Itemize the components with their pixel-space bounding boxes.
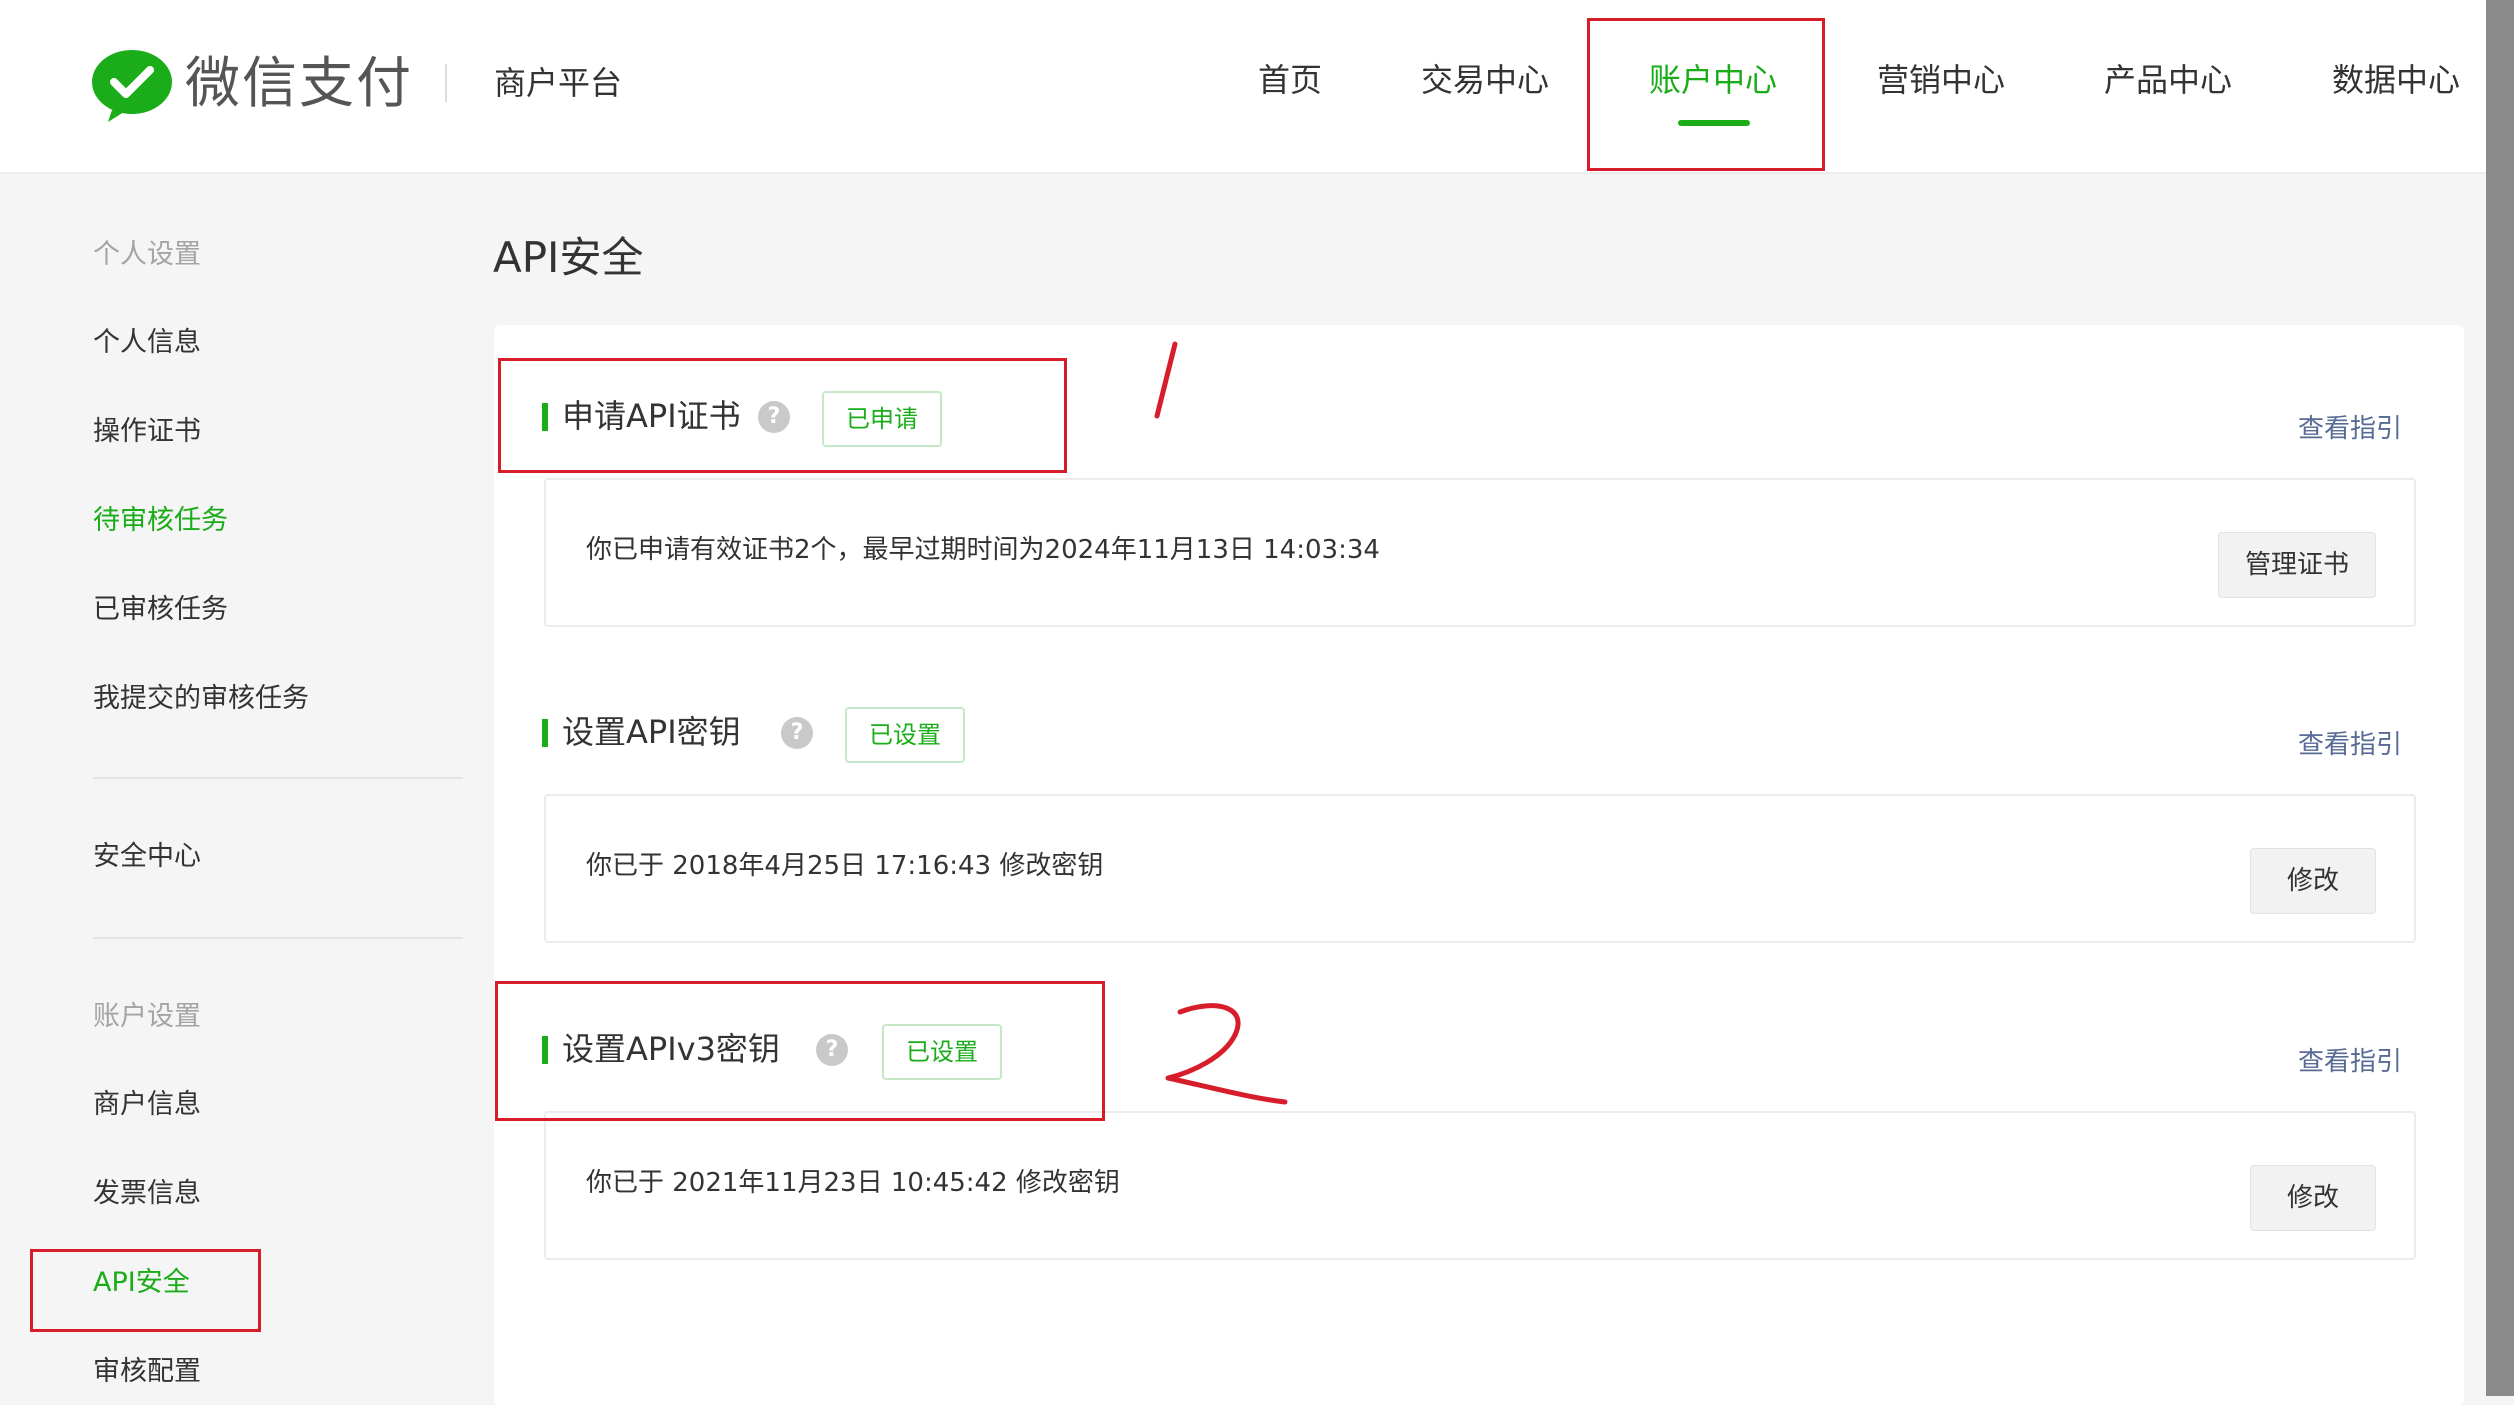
modify-api-key-button[interactable]: 修改 [2250, 848, 2376, 914]
certificate-info-text: 你已申请有效证书2个，最早过期时间为2024年11月13日 14:03:34 [586, 535, 1380, 565]
sidebar-item-review-config[interactable]: 审核配置 [93, 1352, 201, 1392]
sidebar-group-account-settings: 账户设置 [93, 1001, 201, 1032]
help-icon[interactable]: ? [781, 717, 813, 749]
api-key-info-text: 你已于 2018年4月25日 17:16:43 修改密钥 [586, 851, 1104, 881]
nav-data-center[interactable]: 数据中心 [2332, 55, 2460, 105]
section-title: 设置APIv3密钥 [562, 1030, 780, 1068]
sidebar-item-operation-certificate[interactable]: 操作证书 [93, 412, 201, 452]
nav-account-center[interactable]: 账户中心 [1649, 55, 1777, 105]
sidebar-item-security-center[interactable]: 安全中心 [93, 837, 201, 877]
view-guide-link[interactable]: 查看指引 [2298, 409, 2402, 449]
nav-transaction-center[interactable]: 交易中心 [1421, 55, 1549, 105]
section-title: 申请API证书 [562, 397, 741, 435]
info-box: 你已于 2021年11月23日 10:45:42 修改密钥 修改 [544, 1111, 2416, 1260]
sidebar-item-my-submitted-tasks[interactable]: 我提交的审核任务 [93, 679, 309, 719]
section-title: 设置API密钥 [562, 713, 741, 751]
manage-certificate-button[interactable]: 管理证书 [2218, 532, 2376, 598]
brand-name: 微信支付 [185, 51, 414, 115]
nav-active-indicator [1678, 120, 1750, 126]
help-icon[interactable]: ? [758, 401, 790, 433]
nav-product-center[interactable]: 产品中心 [2104, 55, 2232, 105]
brand-divider [445, 64, 447, 102]
nav-marketing-center[interactable]: 营销中心 [1877, 55, 2005, 105]
sidebar-divider [93, 777, 463, 779]
sidebar-item-reviewed-tasks[interactable]: 已审核任务 [93, 590, 228, 630]
platform-name: 商户平台 [494, 64, 623, 102]
view-guide-link[interactable]: 查看指引 [2298, 725, 2402, 765]
help-icon[interactable]: ? [816, 1034, 848, 1066]
scrollbar[interactable] [2486, 0, 2514, 1396]
wechat-pay-logo-icon [92, 50, 172, 122]
sidebar-item-api-security[interactable]: API安全 [93, 1263, 190, 1303]
sidebar-item-merchant-info[interactable]: 商户信息 [93, 1085, 201, 1125]
section-marker [542, 403, 548, 431]
sidebar-group-personal-settings: 个人设置 [93, 239, 201, 270]
sidebar-divider [93, 937, 463, 939]
info-box: 你已申请有效证书2个，最早过期时间为2024年11月13日 14:03:34 管… [544, 478, 2416, 627]
sidebar-item-invoice-info[interactable]: 发票信息 [93, 1174, 201, 1214]
status-badge: 已申请 [822, 391, 942, 447]
view-guide-link[interactable]: 查看指引 [2298, 1042, 2402, 1082]
status-badge: 已设置 [882, 1024, 1002, 1080]
apiv3-key-info-text: 你已于 2021年11月23日 10:45:42 修改密钥 [586, 1168, 1120, 1198]
nav-home[interactable]: 首页 [1258, 55, 1322, 105]
status-badge: 已设置 [845, 707, 965, 763]
top-navigation-bar: 微信支付 商户平台 首页 交易中心 账户中心 营销中心 产品中心 数据中心 [0, 0, 2486, 174]
sidebar-item-personal-info[interactable]: 个人信息 [93, 323, 201, 363]
page-title: API安全 [493, 233, 644, 282]
sidebar-item-pending-review[interactable]: 待审核任务 [93, 501, 228, 541]
info-box: 你已于 2018年4月25日 17:16:43 修改密钥 修改 [544, 794, 2416, 943]
modify-apiv3-key-button[interactable]: 修改 [2250, 1165, 2376, 1231]
section-marker [542, 1036, 548, 1064]
section-marker [542, 719, 548, 747]
